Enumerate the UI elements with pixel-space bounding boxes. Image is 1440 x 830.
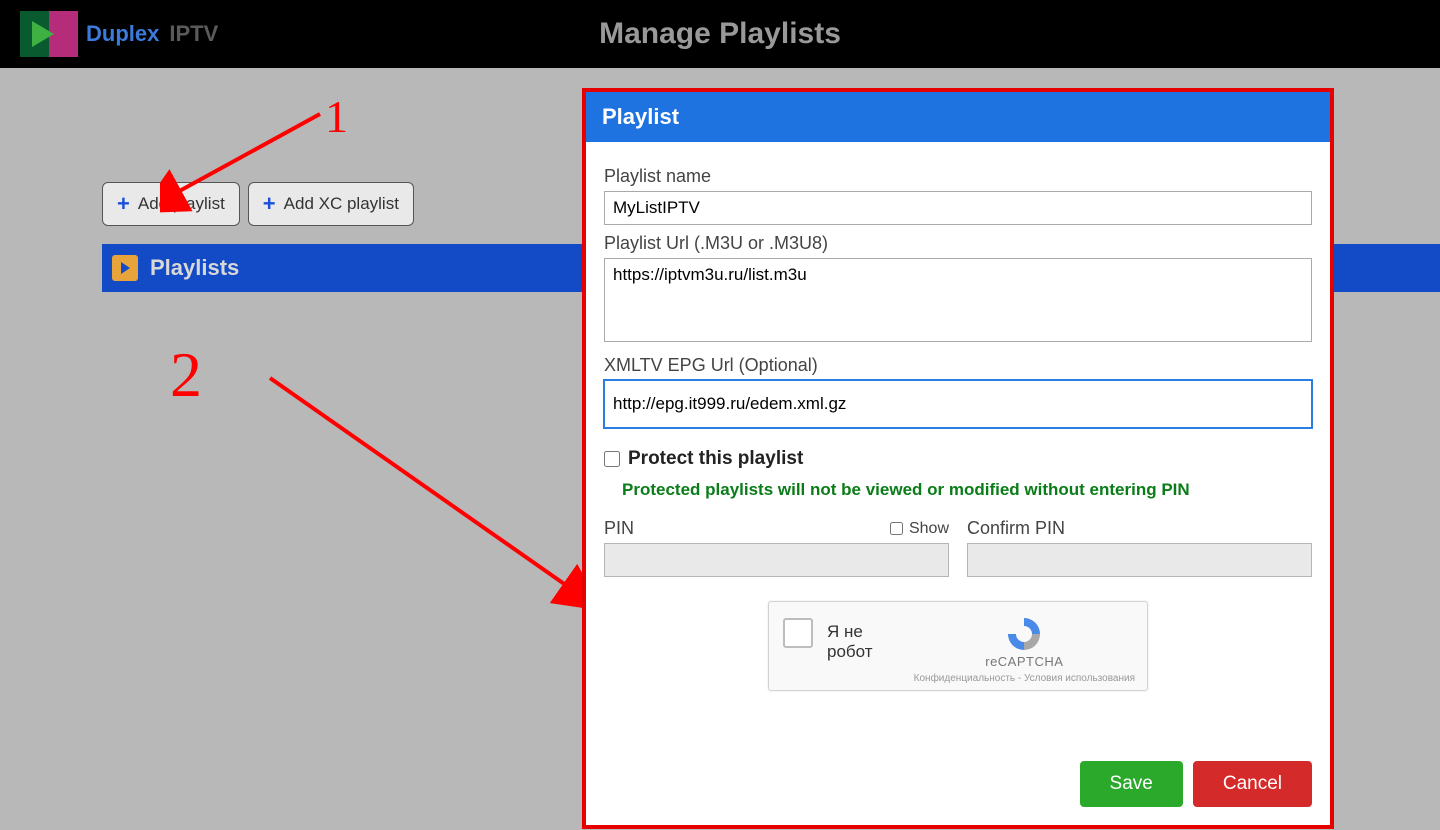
playlist-name-input[interactable]: [604, 191, 1312, 225]
logo[interactable]: Duplex IPTV: [20, 11, 218, 57]
page-title: Manage Playlists: [599, 17, 841, 51]
add-xc-playlist-label: Add XC playlist: [284, 194, 399, 214]
pin-label: PIN: [604, 518, 634, 539]
annotation-num-1: 1: [325, 90, 348, 143]
add-xc-playlist-button[interactable]: + Add XC playlist: [248, 182, 414, 226]
cancel-button[interactable]: Cancel: [1193, 761, 1312, 807]
recaptcha-icon: [1004, 616, 1044, 652]
confirm-pin-input[interactable]: [967, 543, 1312, 577]
playlist-url-input[interactable]: [604, 258, 1312, 342]
recaptcha-brand: reCAPTCHA: [914, 654, 1135, 669]
epg-url-label: XMLTV EPG Url (Optional): [604, 355, 1312, 376]
recaptcha-checkbox[interactable]: [783, 618, 813, 648]
playlist-name-label: Playlist name: [604, 166, 1312, 187]
protect-playlist-label: Protect this playlist: [628, 448, 803, 470]
app-header: Duplex IPTV Manage Playlists: [0, 0, 1440, 68]
playlist-dialog: Playlist Playlist name Playlist Url (.M3…: [582, 88, 1334, 829]
show-pin-label: Show: [909, 520, 949, 538]
add-playlist-button[interactable]: + Add playlist: [102, 182, 240, 226]
logo-text-1: Duplex: [86, 21, 159, 47]
pin-input[interactable]: [604, 543, 949, 577]
protect-note: Protected playlists will not be viewed o…: [622, 480, 1312, 500]
playlist-url-label: Playlist Url (.M3U or .M3U8): [604, 233, 1312, 254]
dialog-title: Playlist: [586, 92, 1330, 142]
show-pin-checkbox[interactable]: [890, 522, 903, 535]
toolbar: + Add playlist + Add XC playlist: [102, 182, 414, 226]
epg-url-input[interactable]: [604, 380, 1312, 428]
plus-icon: +: [263, 193, 276, 215]
play-icon: [20, 11, 78, 57]
annotation-2: 2: [170, 318, 590, 683]
annotation-num-2: 2: [170, 338, 202, 412]
recaptcha-text: Я не робот: [827, 616, 900, 662]
protect-playlist-checkbox[interactable]: [604, 451, 620, 467]
playlists-label: Playlists: [150, 255, 239, 281]
logo-text-2: IPTV: [169, 21, 218, 47]
playlist-icon: [112, 255, 138, 281]
plus-icon: +: [117, 193, 130, 215]
confirm-pin-label: Confirm PIN: [967, 518, 1065, 539]
recaptcha-legal: Конфиденциальность - Условия использован…: [914, 673, 1135, 684]
recaptcha-widget[interactable]: Я не робот reCAPTCHA Конфиденциальность …: [768, 601, 1148, 691]
add-playlist-label: Add playlist: [138, 194, 225, 214]
save-button[interactable]: Save: [1080, 761, 1183, 807]
